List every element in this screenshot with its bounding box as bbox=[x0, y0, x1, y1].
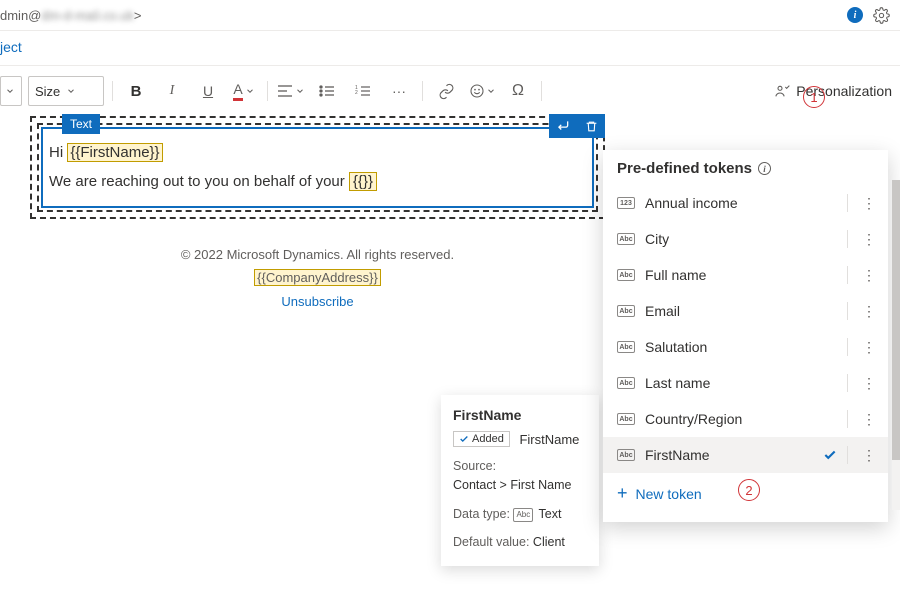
separator bbox=[541, 81, 542, 101]
underline-button[interactable]: U bbox=[193, 76, 223, 106]
more-icon[interactable]: ⋮ bbox=[858, 411, 880, 428]
token-item-label: Salutation bbox=[645, 339, 837, 355]
font-color-button[interactable]: A bbox=[229, 76, 259, 106]
copyright-text: © 2022 Microsoft Dynamics. All rights re… bbox=[30, 243, 605, 266]
token-item[interactable]: Abc Email ⋮ bbox=[603, 293, 888, 329]
type-badge-icon: Abc bbox=[617, 413, 635, 425]
tokens-panel: Pre-defined tokens i 123 Annual income ⋮… bbox=[603, 150, 888, 522]
move-block-button[interactable] bbox=[549, 114, 577, 138]
more-icon[interactable]: ⋮ bbox=[858, 267, 880, 284]
tokens-panel-title: Pre-defined tokens i bbox=[603, 160, 888, 185]
numbered-list-button[interactable]: 12 bbox=[348, 76, 378, 106]
text-editor[interactable]: Hi {{FirstName}} We are reaching out to … bbox=[41, 127, 594, 208]
more-formatting-button[interactable]: ··· bbox=[384, 76, 414, 106]
token-item-label: Email bbox=[645, 303, 837, 319]
separator bbox=[847, 302, 848, 320]
separator bbox=[847, 446, 848, 464]
token-list: 123 Annual income ⋮ Abc City ⋮ Abc Full … bbox=[603, 185, 888, 473]
separator bbox=[422, 81, 423, 101]
token-item-label: Country/Region bbox=[645, 411, 837, 427]
separator bbox=[112, 81, 113, 101]
token-item[interactable]: Abc Last name ⋮ bbox=[603, 365, 888, 401]
token-item-label: Last name bbox=[645, 375, 837, 391]
type-badge-icon: Abc bbox=[617, 341, 635, 353]
separator bbox=[267, 81, 268, 101]
link-button[interactable] bbox=[431, 76, 461, 106]
text-block-actions bbox=[549, 114, 605, 138]
settings-icon[interactable] bbox=[872, 6, 890, 24]
header: dmin@dm-d-mail.co.uk> i bbox=[0, 0, 900, 31]
personalization-button[interactable]: Personalization bbox=[766, 83, 900, 99]
separator bbox=[847, 266, 848, 284]
check-icon bbox=[823, 448, 837, 462]
popover-datatype: Data type: Abc Text bbox=[453, 505, 587, 524]
type-badge-icon: Abc bbox=[617, 449, 635, 461]
more-icon[interactable]: ⋮ bbox=[858, 339, 880, 356]
more-icon[interactable]: ⋮ bbox=[858, 375, 880, 392]
subject-row: ject bbox=[0, 31, 900, 66]
separator bbox=[847, 374, 848, 392]
svg-text:2: 2 bbox=[355, 90, 358, 96]
token-item[interactable]: 123 Annual income ⋮ bbox=[603, 185, 888, 221]
more-icon[interactable]: ⋮ bbox=[858, 195, 880, 212]
token-item[interactable]: Abc Full name ⋮ bbox=[603, 257, 888, 293]
token-firstname[interactable]: {{FirstName}} bbox=[67, 143, 162, 162]
symbol-button[interactable]: Ω bbox=[503, 76, 533, 106]
font-size-select[interactable]: Size bbox=[28, 76, 104, 106]
delete-block-button[interactable] bbox=[577, 114, 605, 138]
email-footer: © 2022 Microsoft Dynamics. All rights re… bbox=[30, 243, 605, 313]
bullet-list-button[interactable] bbox=[312, 76, 342, 106]
separator bbox=[847, 194, 848, 212]
added-badge: Added bbox=[453, 431, 510, 447]
text-block-tag: Text bbox=[62, 114, 100, 134]
separator bbox=[847, 230, 848, 248]
editor-line-1: Hi {{FirstName}} bbox=[49, 139, 586, 168]
scroll-thumb[interactable] bbox=[892, 180, 900, 460]
popover-title: FirstName bbox=[453, 407, 587, 423]
emoji-button[interactable] bbox=[467, 76, 497, 106]
info-icon[interactable]: i bbox=[846, 6, 864, 24]
annotation-1: 1 bbox=[803, 86, 825, 108]
align-button[interactable] bbox=[276, 76, 306, 106]
token-detail-popover: FirstName Added FirstName Source: Contac… bbox=[441, 395, 599, 566]
token-item[interactable]: Abc City ⋮ bbox=[603, 221, 888, 257]
subject-field[interactable]: ject bbox=[0, 39, 22, 55]
more-icon[interactable]: ⋮ bbox=[858, 447, 880, 464]
type-badge-icon: Abc bbox=[617, 377, 635, 389]
annotation-2: 2 bbox=[738, 479, 760, 501]
info-icon[interactable]: i bbox=[758, 162, 771, 175]
scrollbar[interactable] bbox=[892, 180, 900, 510]
plus-icon: + bbox=[617, 483, 628, 504]
token-item-label: City bbox=[645, 231, 837, 247]
separator bbox=[847, 410, 848, 428]
popover-source: Source: Contact > First Name bbox=[453, 457, 587, 495]
more-icon[interactable]: ⋮ bbox=[858, 231, 880, 248]
type-badge-icon: Abc bbox=[617, 233, 635, 245]
font-family-select[interactable] bbox=[0, 76, 22, 106]
type-badge-icon: Abc bbox=[617, 269, 635, 281]
bold-button[interactable]: B bbox=[121, 76, 151, 106]
new-token-button[interactable]: + New token 2 bbox=[603, 473, 888, 514]
token-company-address[interactable]: {{CompanyAddress}} bbox=[254, 269, 381, 286]
more-icon[interactable]: ⋮ bbox=[858, 303, 880, 320]
popover-default: Default value: Client bbox=[453, 533, 587, 552]
unsubscribe-link[interactable]: Unsubscribe bbox=[281, 294, 353, 309]
popover-added-value: FirstName bbox=[519, 432, 579, 447]
separator bbox=[847, 338, 848, 356]
formatting-toolbar: Size B I U A 12 ··· Ω Personalization bbox=[0, 66, 900, 116]
token-item-label: Annual income bbox=[645, 195, 837, 211]
type-badge-icon: 123 bbox=[617, 197, 635, 209]
token-item-label: Full name bbox=[645, 267, 837, 283]
italic-button[interactable]: I bbox=[157, 76, 187, 106]
editor-line-2: We are reaching out to you on behalf of … bbox=[49, 168, 586, 197]
token-item[interactable]: Abc Salutation ⋮ bbox=[603, 329, 888, 365]
token-item[interactable]: Abc FirstName ⋮ bbox=[603, 437, 888, 473]
token-item[interactable]: Abc Country/Region ⋮ bbox=[603, 401, 888, 437]
token-empty[interactable]: {{}} bbox=[349, 172, 377, 191]
type-badge-icon: Abc bbox=[617, 305, 635, 317]
email-canvas: Text Hi {{FirstName}} We are reaching ou… bbox=[30, 116, 605, 219]
token-item-label: FirstName bbox=[645, 447, 813, 463]
from-address: dmin@dm-d-mail.co.uk> bbox=[0, 8, 838, 23]
